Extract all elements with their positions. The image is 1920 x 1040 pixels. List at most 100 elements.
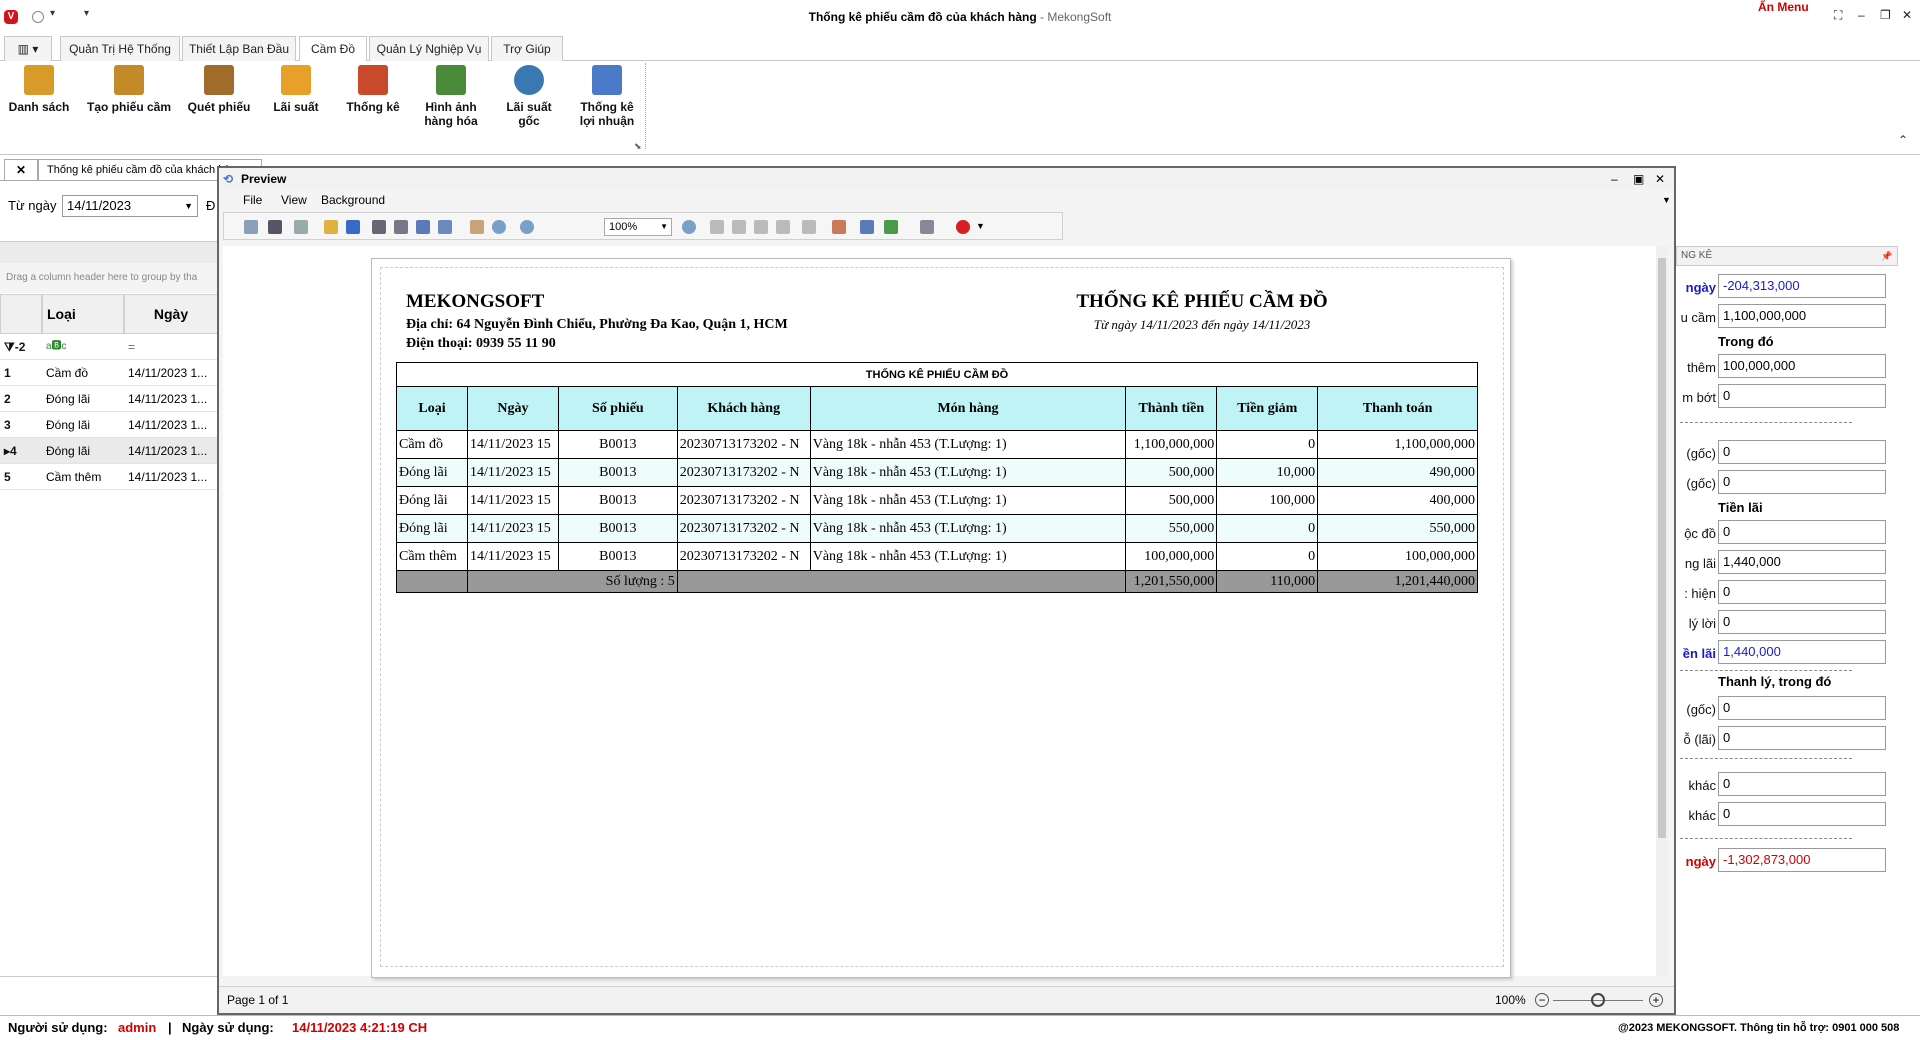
chevron-down-icon[interactable]: ▼ [184, 196, 193, 216]
table-row-number: 3 [0, 412, 42, 438]
preview-close-button[interactable]: ✕ [1655, 168, 1665, 190]
page-setup-icon[interactable] [416, 220, 430, 234]
close-button[interactable]: ✕ [1902, 8, 1912, 22]
save-icon[interactable] [346, 220, 360, 234]
stat-field[interactable]: 1,100,000,000 [1718, 304, 1886, 328]
table-row[interactable]: 14/11/2023 1... [124, 438, 218, 464]
toolbar-overflow-icon[interactable]: ▼ [976, 221, 985, 231]
cell-so-phieu: B0013 [557, 458, 678, 487]
first-page-icon[interactable] [710, 220, 724, 234]
last-page-icon[interactable] [776, 220, 790, 234]
menu-view[interactable]: View [281, 190, 307, 210]
table-row[interactable]: Đóng lãi [42, 438, 124, 464]
stat-field[interactable]: 0 [1718, 610, 1886, 634]
maximize-button[interactable]: ❐ [1880, 8, 1891, 22]
open-icon[interactable] [324, 220, 338, 234]
tab-cam-do[interactable]: Cầm Đồ [299, 36, 367, 62]
zoom-slider-thumb[interactable] [1591, 993, 1605, 1007]
document-map-icon[interactable] [244, 220, 258, 234]
background-color-icon[interactable] [832, 220, 846, 234]
next-page-icon[interactable] [754, 220, 768, 234]
stat-field[interactable]: 0 [1718, 520, 1886, 544]
stat-field[interactable]: 1,440,000 [1718, 640, 1886, 664]
quet-phieu-button[interactable]: Quét phiếu [184, 65, 254, 114]
export-icon[interactable] [884, 220, 898, 234]
stat-field[interactable]: 0 [1718, 440, 1886, 464]
close-preview-icon[interactable] [956, 220, 970, 234]
column-header-loai[interactable]: Loại [42, 294, 124, 334]
magnifier-icon[interactable] [492, 220, 506, 234]
table-row[interactable]: 14/11/2023 1... [124, 464, 218, 490]
tao-phieu-cam-button[interactable]: Tạo phiếu cầm [84, 65, 174, 114]
lai-suat-goc-button[interactable]: Lãi suất gốc [498, 65, 560, 128]
table-row-number: ▸4 [0, 438, 42, 464]
menu-background[interactable]: Background [321, 190, 385, 210]
filter-cell-loai[interactable]: a🅱c [42, 334, 124, 360]
table-row[interactable]: 14/11/2023 1... [124, 412, 218, 438]
tab-thiet-lap[interactable]: Thiết Lập Ban Đầu [182, 36, 296, 61]
table-row[interactable]: 14/11/2023 1... [124, 360, 218, 386]
watermark-icon[interactable] [860, 220, 874, 234]
zoom-plus-button[interactable]: + [1649, 993, 1663, 1007]
stat-field[interactable]: 1,440,000 [1718, 550, 1886, 574]
tab-tro-giup[interactable]: Trợ Giúp [491, 36, 563, 61]
hide-menu-link[interactable]: Ẩn Menu [1758, 0, 1809, 14]
stat-field[interactable]: 0 [1718, 384, 1886, 408]
preview-minimize-button[interactable]: – [1611, 168, 1618, 190]
minimize-button[interactable]: – [1858, 8, 1865, 22]
zoom-out-icon[interactable] [520, 220, 534, 234]
preview-maximize-button[interactable]: ▣ [1633, 168, 1644, 190]
stat-field[interactable]: -1,302,873,000 [1718, 848, 1886, 872]
stat-field[interactable]: 0 [1718, 772, 1886, 796]
vertical-scrollbar[interactable] [1656, 246, 1668, 976]
pin-icon[interactable]: 📌 [1881, 247, 1892, 265]
print-icon[interactable] [372, 220, 386, 234]
zoom-select[interactable]: 100% ▼ [604, 218, 672, 236]
group-expand-icon[interactable]: ⬊ [634, 141, 642, 152]
stat-field[interactable]: 0 [1718, 470, 1886, 494]
menu-file[interactable]: File [243, 190, 262, 210]
lai-suat-button[interactable]: Lãi suất [264, 65, 328, 114]
zoom-minus-button[interactable]: − [1535, 993, 1549, 1007]
app-menu-button[interactable]: ▥ ▾ [4, 36, 52, 61]
scrollbar-thumb[interactable] [1658, 258, 1666, 838]
thong-ke-loi-nhuan-button[interactable]: Thống kê lợi nhuận [572, 65, 642, 128]
zoom-in-icon[interactable] [682, 220, 696, 234]
table-row[interactable]: 14/11/2023 1... [124, 386, 218, 412]
stat-field[interactable]: 0 [1718, 580, 1886, 604]
table-row[interactable]: Đóng lãi [42, 386, 124, 412]
thong-ke-button[interactable]: Thống kê [340, 65, 406, 114]
stat-field[interactable]: 100,000,000 [1718, 354, 1886, 378]
stat-field[interactable]: 0 [1718, 802, 1886, 826]
thumbnails-icon[interactable] [294, 220, 308, 234]
cell-so-phieu: B0013 [557, 486, 678, 515]
close-tab-icon[interactable]: ✕ [4, 159, 38, 181]
table-row-number: 1 [0, 360, 42, 386]
table-row[interactable]: Cầm thêm [42, 464, 124, 490]
tab-quan-tri[interactable]: Quản Trị Hệ Thống [60, 36, 180, 61]
restore-layout-icon[interactable]: ⛶ [1834, 8, 1842, 23]
cell-thanh-tien: 100,000,000 [1125, 542, 1218, 571]
scale-icon[interactable] [438, 220, 452, 234]
hinh-anh-button[interactable]: Hình ảnh hàng hóa [418, 65, 484, 128]
table-row[interactable]: Đóng lãi [42, 412, 124, 438]
tab-quan-ly[interactable]: Quản Lý Nghiệp Vụ [369, 36, 489, 61]
find-icon[interactable] [268, 220, 282, 234]
filter-cell-ngay[interactable]: = [124, 334, 218, 360]
email-icon[interactable] [920, 220, 934, 234]
menu-overflow-icon[interactable]: ▼ [1662, 190, 1671, 210]
stat-field[interactable]: -204,313,000 [1718, 274, 1886, 298]
collapse-ribbon-icon[interactable]: ⌃ [1898, 133, 1908, 147]
cell-thanh-tien: 500,000 [1125, 458, 1218, 487]
hand-tool-icon[interactable] [470, 220, 484, 234]
stat-field[interactable]: 0 [1718, 696, 1886, 720]
danh-sach-button[interactable]: Danh sách [4, 65, 74, 114]
previous-page-icon[interactable] [732, 220, 746, 234]
quick-print-icon[interactable] [394, 220, 408, 234]
column-header-ngay[interactable]: Ngày [124, 294, 218, 334]
from-date-field[interactable]: 14/11/2023 ▼ [62, 195, 198, 217]
multiple-pages-icon[interactable] [802, 220, 816, 234]
stat-field[interactable]: 0 [1718, 726, 1886, 750]
table-row[interactable]: Cầm đồ [42, 360, 124, 386]
chevron-down-icon[interactable]: ▼ [660, 219, 668, 235]
